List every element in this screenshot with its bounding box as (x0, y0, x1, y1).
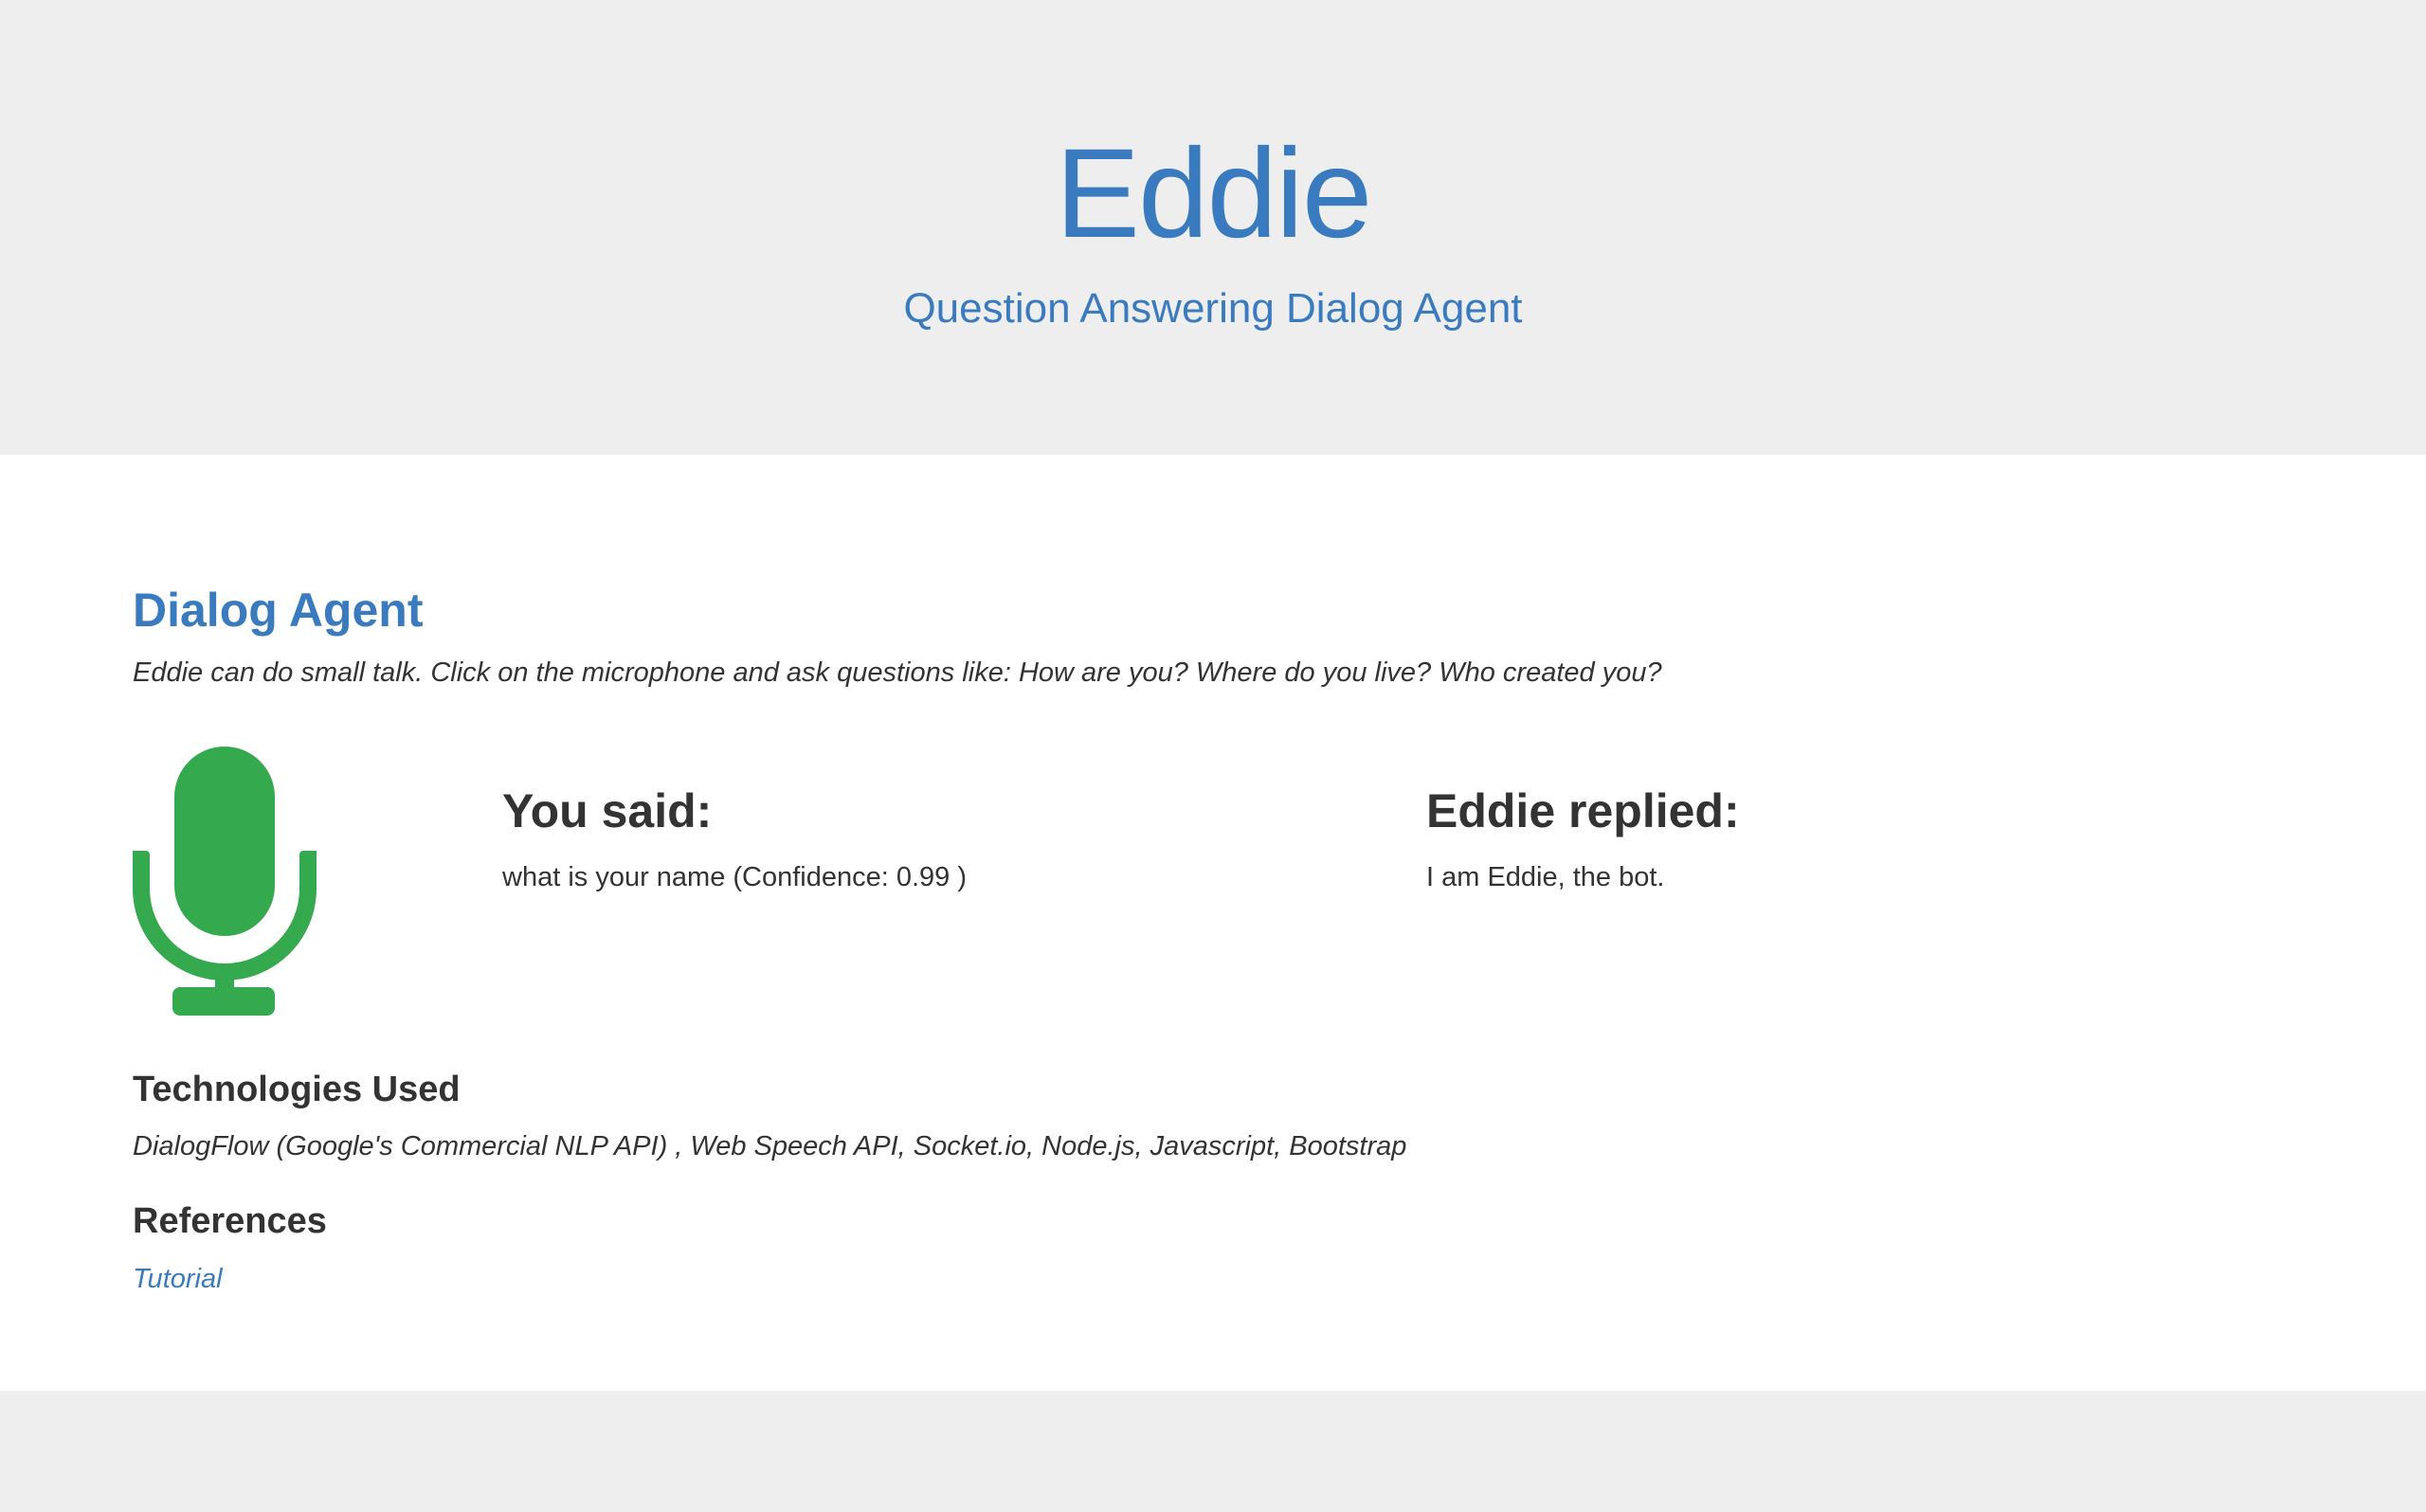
intro-text: Eddie can do small talk. Click on the mi… (133, 657, 1662, 688)
app-subtitle: Question Answering Dialog Agent (903, 285, 1523, 332)
technologies-text: DialogFlow (Google's Commercial NLP API)… (133, 1131, 1407, 1161)
main-content: Dialog Agent Eddie can do small talk. Cl… (0, 455, 2426, 1391)
microphone-icon (133, 747, 317, 1016)
section-title: Dialog Agent (133, 584, 424, 637)
user-utterance-text: what is your name (Confidence: 0.99 ) (502, 862, 968, 892)
jumbotron-header: Eddie Question Answering Dialog Agent (0, 0, 2426, 455)
microphone-button[interactable] (133, 747, 317, 1016)
footer-band (0, 1391, 2426, 1512)
you-said-heading: You said: (502, 784, 713, 837)
bot-reply-panel: Eddie replied: I am Eddie, the bot. (1426, 783, 2184, 896)
eddie-replied-heading: Eddie replied: (1426, 784, 1740, 837)
bot-reply-text: I am Eddie, the bot. (1426, 862, 1665, 892)
technologies-heading: Technologies Used (133, 1070, 461, 1109)
app-title: Eddie (1055, 123, 1373, 264)
tutorial-link[interactable]: Tutorial (133, 1260, 223, 1298)
references-heading: References (133, 1201, 327, 1241)
user-utterance-panel: You said: what is your name (Confidence:… (502, 783, 1260, 896)
